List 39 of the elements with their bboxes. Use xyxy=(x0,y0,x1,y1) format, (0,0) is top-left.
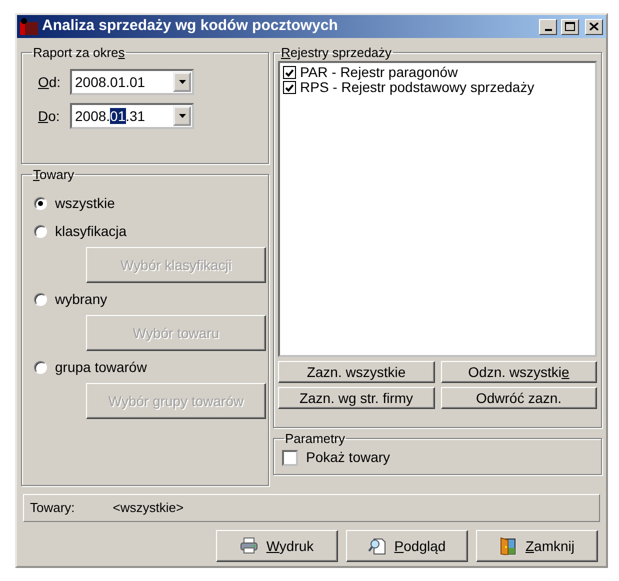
group-title: Raport za okres xyxy=(32,46,126,59)
action-button[interactable]: Podgląd xyxy=(346,530,468,562)
radio-option[interactable]: wybrany xyxy=(34,287,108,311)
list-action-button[interactable]: Odwróć zazn. xyxy=(440,387,597,409)
group-title: Parametry xyxy=(284,432,346,445)
register-item[interactable]: RPS - Rejestr podstawowy sprzedaży xyxy=(283,80,534,95)
field-label: Od: xyxy=(38,72,62,92)
dropdown-button[interactable] xyxy=(173,106,191,126)
radio-option[interactable]: wszystkie xyxy=(34,191,115,215)
close-icon xyxy=(589,22,599,32)
list-action-button[interactable]: Zazn. wszystkie xyxy=(278,361,434,383)
window-title: Analiza sprzedaży wg kodów pocztowych xyxy=(42,16,339,36)
register-item[interactable]: PAR - Rejestr paragonów xyxy=(283,65,458,80)
list-action-button[interactable]: Odzn. wszystkie xyxy=(440,361,597,383)
app-icon xyxy=(20,18,38,36)
door-icon xyxy=(499,537,518,555)
date-field[interactable]: 2008.01.01 xyxy=(70,69,194,95)
action-button[interactable]: Zamknij xyxy=(476,530,598,562)
dropdown-button[interactable] xyxy=(173,72,191,92)
close-button[interactable] xyxy=(585,18,603,34)
caret-icon xyxy=(178,80,186,84)
field-label: Do: xyxy=(38,106,61,126)
minimize-button[interactable] xyxy=(539,18,557,34)
group-title: Towary xyxy=(32,168,76,181)
radio-option[interactable]: klasyfikacja xyxy=(34,219,127,243)
printer-icon xyxy=(240,537,258,555)
status-label: Towary: xyxy=(30,499,75,518)
list-action-button[interactable]: Zazn. wg str. firmy xyxy=(278,387,434,409)
minimize-icon xyxy=(544,29,552,31)
preview-icon xyxy=(368,537,386,555)
action-button[interactable]: Wydruk xyxy=(216,530,338,562)
maximize-icon xyxy=(565,22,575,32)
caret-icon xyxy=(178,114,186,118)
status-value: <wszystkie> xyxy=(112,499,184,518)
date-field[interactable]: 2008.01.31 xyxy=(70,103,194,129)
maximize-button[interactable] xyxy=(561,18,579,34)
checkbox-option[interactable]: Pokaż towary xyxy=(282,447,390,468)
group-title: Rejestry sprzedaży xyxy=(280,46,393,59)
radio-option[interactable]: grupa towarów xyxy=(34,355,147,379)
